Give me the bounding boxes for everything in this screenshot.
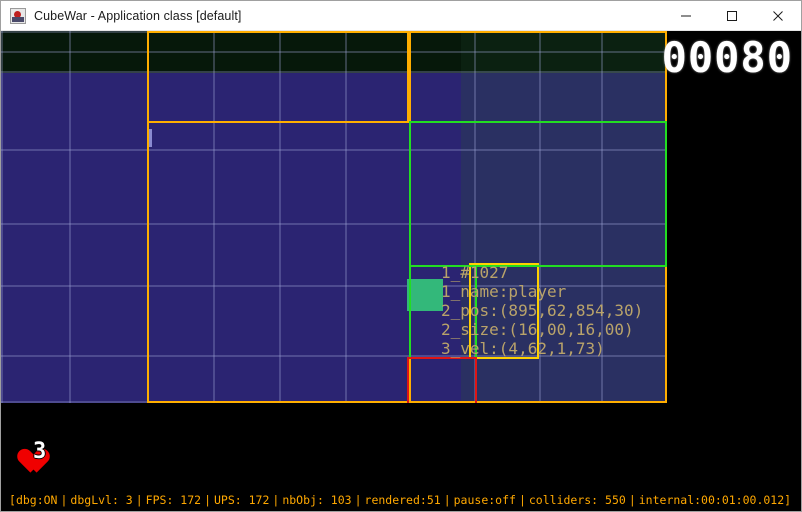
score-display: 00080 [661, 33, 793, 82]
status-bracket-close: ] [784, 493, 792, 507]
entity-debug-line: 1_name:player [441, 282, 567, 301]
status-divider: | [443, 493, 451, 507]
game-canvas[interactable]: 1_#1027 1_name:player 2_pos:(895,62,854,30… [1, 31, 801, 511]
status-divider: | [518, 493, 526, 507]
debug-status-bar: [dbg:ON | dbgLvl: 3 | FPS: 172 | UPS: 172 | nbOb… [1, 489, 801, 511]
status-divider: | [135, 493, 143, 507]
status-item: FPS: 172 [145, 493, 202, 507]
maximize-button[interactable] [709, 1, 755, 31]
status-bracket-open: [ [9, 493, 16, 507]
status-divider: | [60, 493, 68, 507]
app-icon [10, 7, 26, 24]
window-controls [663, 1, 801, 31]
status-item: UPS: 172 [214, 493, 270, 507]
entity-debug-line: 3_vel:(4,62,1,73) [441, 339, 605, 358]
entity-debug-line: 2_size:(16,00,16,00) [441, 320, 634, 339]
status-divider: | [272, 493, 280, 507]
status-item: colliders: 550 [528, 493, 626, 507]
application-window: CubeWar - Application class [default] 1_… [0, 0, 802, 512]
collider-enemy-region [407, 357, 477, 403]
window-title: CubeWar - Application class [default] [34, 8, 242, 23]
quad-node-a [147, 31, 409, 123]
lives-indicator: 3 [11, 437, 46, 465]
grid-line-vertical [1, 31, 3, 403]
entity-debug-line: 2_pos:(895,62,854,30) [441, 301, 644, 320]
close-icon [773, 10, 783, 21]
status-item: dbgLvl: 3 [70, 493, 133, 507]
status-item: nbObj: 103 [282, 493, 352, 507]
status-item: pause:off [453, 493, 516, 507]
lives-count: 3 [33, 438, 47, 464]
status-divider: | [354, 493, 362, 507]
entity-debug-overlay: 1_#1027 1_name:player 2_pos:(895,62,854,30… [441, 263, 643, 358]
status-item: internal:00:01:00.012 [638, 493, 785, 507]
title-bar[interactable]: CubeWar - Application class [default] [1, 1, 801, 31]
entity-debug-line: 1_#1027 [441, 263, 509, 282]
minimize-icon [681, 15, 691, 16]
close-button[interactable] [755, 1, 801, 31]
status-item: dbg:ON [15, 493, 58, 507]
minimize-button[interactable] [663, 1, 709, 31]
status-divider: | [204, 493, 211, 507]
status-divider: | [628, 493, 636, 507]
collider-player-region [409, 121, 667, 267]
maximize-icon [727, 10, 737, 21]
grid-line-vertical [69, 31, 71, 403]
status-item: rendered:51 [364, 493, 441, 507]
